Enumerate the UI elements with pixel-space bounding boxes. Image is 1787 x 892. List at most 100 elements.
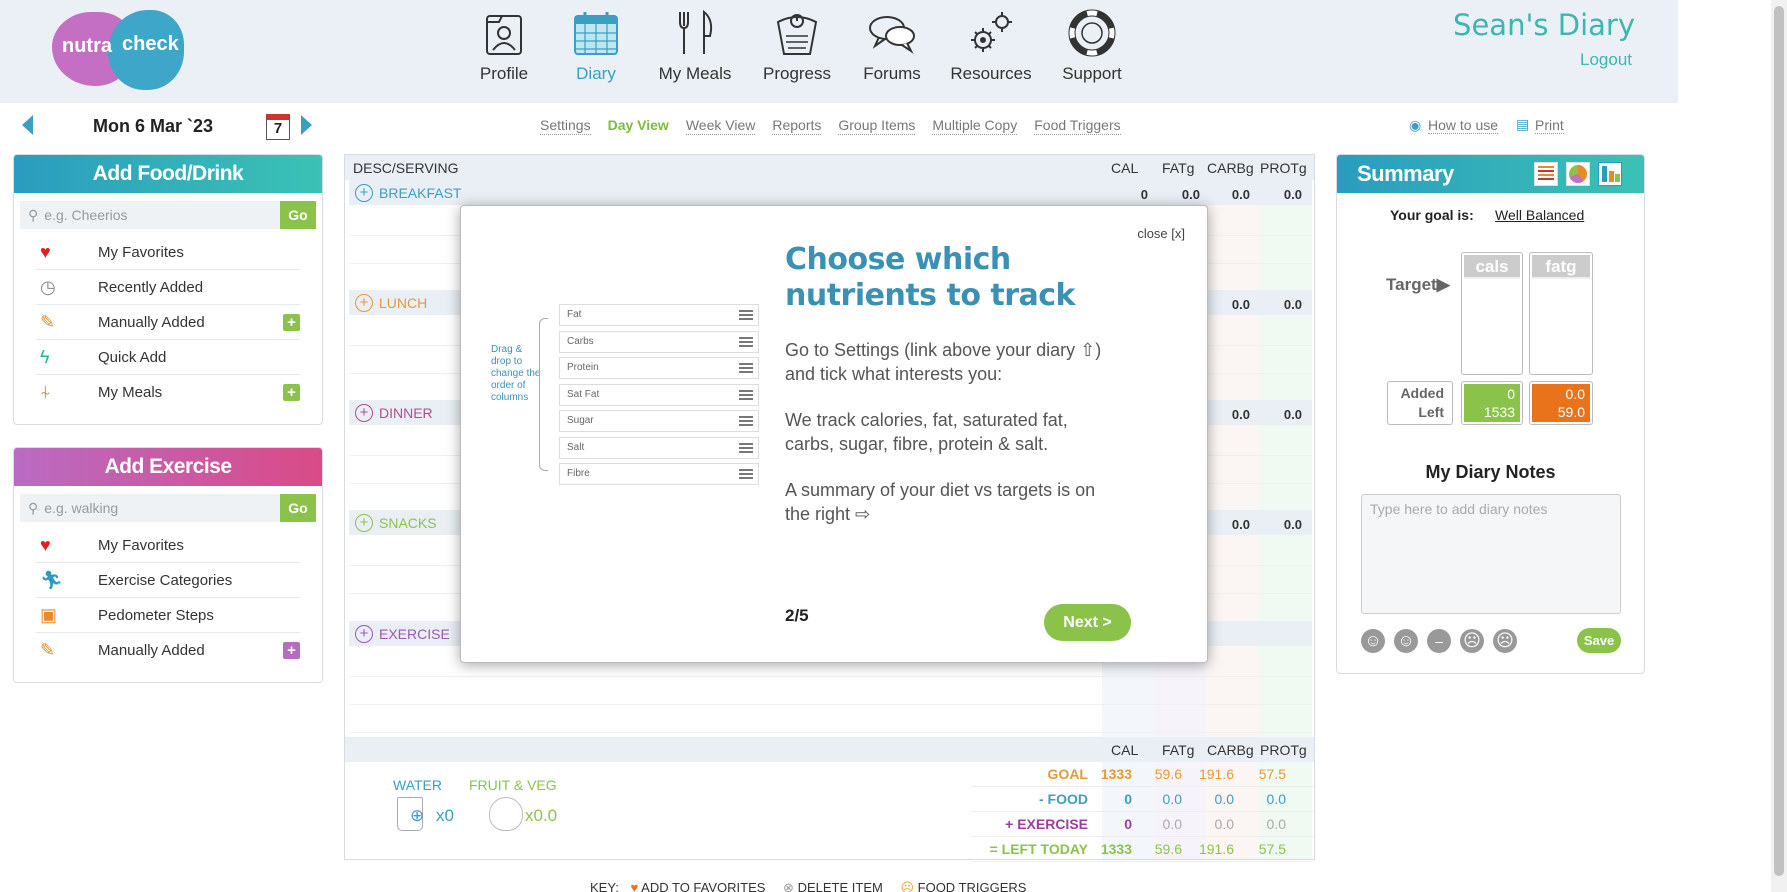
nav-profile-label: Profile (479, 64, 529, 83)
nutracheck-logo[interactable]: nutra check (52, 8, 184, 90)
key-delete-item: DELETE ITEM (797, 880, 883, 892)
how-to-use-link[interactable]: How to use (1428, 117, 1499, 134)
nav-progress[interactable]: Progress (752, 8, 842, 84)
nav-resources[interactable]: Resources (946, 8, 1036, 84)
heart-icon: ♥ (40, 241, 51, 262)
water-label: WATER (393, 777, 442, 793)
add-exercise-icon[interactable]: + (355, 624, 373, 643)
add-lunch-icon[interactable]: + (355, 293, 373, 312)
previous-day-arrow-icon[interactable] (22, 115, 33, 135)
exercise-total-carb: 0.0 (1214, 816, 1234, 832)
add-breakfast-icon[interactable]: + (355, 183, 373, 202)
page-scrollbar[interactable] (1771, 0, 1787, 892)
week-view-link[interactable]: Week View (685, 117, 756, 135)
key-food-triggers: FOOD TRIGGERS (917, 880, 1027, 892)
summary-panel: Summary Your goal is: Well Balanced Targ… (1336, 154, 1645, 674)
left-today-fat: 59.6 (1154, 841, 1182, 857)
totals-col-prot: PROTg (1260, 742, 1307, 758)
modal-close-button[interactable]: close [x] (1137, 226, 1185, 241)
cals-added-value: 0 (1507, 386, 1515, 402)
runner-icon: 🏃︎ (40, 569, 63, 590)
very-happy-face-icon[interactable]: ☺ (1361, 629, 1385, 653)
col-desc-serving: DESC/SERVING (353, 160, 459, 176)
print-link[interactable]: Print (1535, 117, 1564, 134)
reports-link[interactable]: Reports (772, 117, 822, 135)
snacks-label: SNACKS (379, 514, 437, 531)
next-day-arrow-icon[interactable] (301, 115, 312, 135)
nav-profile[interactable]: Profile (459, 8, 549, 84)
settings-link[interactable]: Settings (540, 117, 591, 135)
dinner-prot: 0.0 (1283, 407, 1302, 422)
exercise-total-fat: 0.0 (1162, 816, 1182, 832)
exercise-go-button[interactable]: Go (280, 494, 316, 522)
nutrient-item: Salt (559, 436, 759, 459)
food-recently-added-label: Recently Added (98, 278, 204, 296)
scrollbar-thumb[interactable] (1774, 6, 1784, 876)
goal-cal: 1333 (1100, 766, 1132, 782)
neutral-face-icon[interactable]: – (1427, 629, 1451, 653)
pie-chart-icon[interactable] (1566, 162, 1590, 186)
food-manually-added[interactable]: ✎ Manually Added + (36, 305, 300, 340)
logout-link[interactable]: Logout (1580, 50, 1632, 70)
left-today-row: = LEFT TODAY 1333 59.6 191.6 57.5 (972, 837, 1314, 862)
left-today-label: = LEFT TODAY (989, 841, 1088, 857)
food-my-meals-plus-icon[interactable]: + (283, 384, 300, 401)
sad-face-icon[interactable]: ☹ (1460, 629, 1484, 653)
food-quick-add[interactable]: ϟ Quick Add (36, 340, 300, 375)
food-recently-added[interactable]: ◷ Recently Added (36, 270, 300, 305)
exercise-search-input[interactable]: ⚲ e.g. walking (20, 494, 280, 522)
modal-next-button[interactable]: Next > (1044, 604, 1131, 641)
diary-notes-textarea[interactable]: Type here to add diary notes (1361, 494, 1621, 614)
multiple-copy-link[interactable]: Multiple Copy (932, 117, 1018, 135)
nav-diary[interactable]: Diary (551, 8, 641, 84)
food-manual-add-plus-icon[interactable]: + (283, 313, 300, 331)
modal-paragraph-3: A summary of your diet vs targets is on … (785, 480, 1096, 524)
bar-list-icon[interactable] (1534, 162, 1558, 186)
apple-icon[interactable] (489, 797, 523, 831)
diary-header-row: DESC/SERVING CAL FATg CARBg PROTg (345, 155, 1314, 180)
bar-chart-icon[interactable] (1598, 162, 1622, 186)
breakfast-carb: 0.0 (1231, 187, 1250, 202)
food-my-favorites[interactable]: ♥ My Favorites (36, 235, 300, 270)
fruit-veg-label: FRUIT & VEG (469, 777, 557, 793)
exercise-manually-added[interactable]: ✎ Manually Added + (36, 633, 300, 668)
totals-col-carb: CARBg (1207, 742, 1254, 758)
add-dinner-icon[interactable]: + (355, 403, 373, 422)
food-total-prot: 0.0 (1266, 791, 1286, 807)
goal-carb: 191.6 (1198, 766, 1234, 782)
food-trigger-icon: ☹ (900, 880, 915, 892)
food-go-button[interactable]: Go (280, 201, 316, 229)
breakfast-prot: 0.0 (1283, 187, 1302, 202)
goal-fat: 59.6 (1154, 766, 1182, 782)
food-total-cal: 0 (1124, 791, 1132, 807)
added-left-labels: Added Left (1387, 381, 1453, 425)
lifebuoy-icon (1068, 9, 1116, 57)
exercise-manual-add-plus-icon[interactable]: + (283, 642, 300, 659)
gears-icon (971, 12, 1012, 52)
food-total-carb: 0.0 (1214, 791, 1234, 807)
exercise-my-favorites[interactable]: ♥ My Favorites (36, 528, 300, 563)
speech-bubbles-icon (869, 16, 915, 54)
exercise-categories[interactable]: 🏃︎ Exercise Categories (36, 563, 300, 598)
nav-my-meals[interactable]: My Meals (650, 8, 740, 84)
add-water-icon[interactable]: ⊕ (410, 806, 424, 826)
food-triggers-link[interactable]: Food Triggers (1034, 117, 1121, 135)
food-search-input[interactable]: ⚲ e.g. Cheerios (20, 201, 280, 229)
day-view-link[interactable]: Day View (608, 117, 669, 135)
happy-face-icon[interactable]: ☺ (1394, 629, 1418, 653)
water-count: x0 (436, 806, 454, 825)
nav-forums[interactable]: Forums (847, 8, 937, 84)
nutrient-item: Fat (559, 304, 759, 326)
nav-support[interactable]: Support (1047, 8, 1137, 84)
diary-view-links: Settings Day View Week View Reports Grou… (540, 117, 1121, 135)
pedometer-steps[interactable]: ▣ Pedometer Steps (36, 598, 300, 633)
goal-type-link[interactable]: Well Balanced (1495, 207, 1584, 223)
food-manually-added-label: Manually Added (98, 313, 205, 331)
add-snacks-icon[interactable]: + (355, 513, 373, 532)
group-items-link[interactable]: Group Items (838, 117, 916, 135)
calendar-picker-icon[interactable]: 7 (266, 114, 290, 140)
very-sad-face-icon[interactable]: ☹ (1493, 629, 1517, 653)
save-notes-button[interactable]: Save (1577, 628, 1621, 653)
food-my-meals[interactable]: ⍭ My Meals + (36, 375, 300, 410)
search-icon: ⚲ (28, 500, 39, 516)
